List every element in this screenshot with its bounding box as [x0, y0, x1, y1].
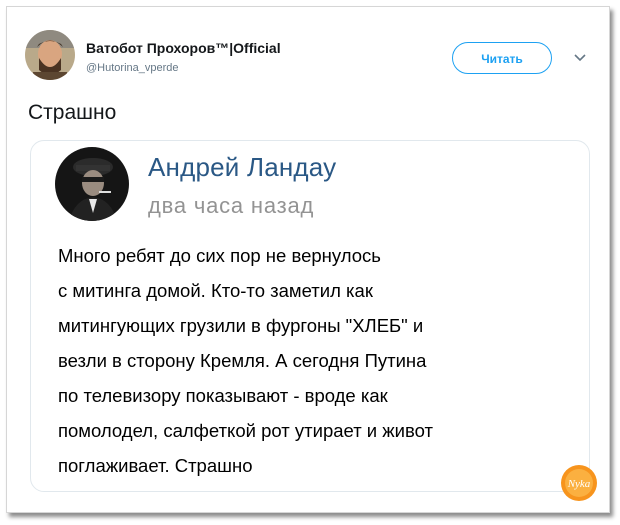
post-timestamp: два часа назад	[148, 193, 315, 218]
post-line: митингующих грузили в фургоны "ХЛЕБ" и	[58, 315, 424, 336]
svg-text:Nyka: Nyka	[567, 478, 591, 490]
author-name[interactable]: Ватобот Прохоров™|Official	[86, 40, 281, 56]
author-handle[interactable]: @Hutorina_vperde	[86, 62, 179, 74]
watermark-logo: Nyka	[561, 465, 597, 501]
tweet-text: Страшно	[28, 101, 117, 124]
follow-button[interactable]: Читать	[452, 42, 552, 74]
post-line: Много ребят до сих пор не вернулось	[58, 245, 381, 266]
post-author-avatar	[55, 147, 129, 221]
author-avatar[interactable]	[25, 30, 75, 80]
chevron-down-icon[interactable]	[572, 50, 588, 66]
post-line: с митинга домой. Кто-то заметил как	[58, 280, 373, 301]
post-body: Много ребят до сих пор не вернулось с ми…	[58, 238, 538, 483]
post-line: везли в сторону Кремля. А сегодня Путина	[58, 350, 427, 371]
post-line: помолодел, салфеткой рот утирает и живот	[58, 420, 433, 441]
post-author-name: Андрей Ландау	[148, 152, 337, 182]
post-line: поглаживает. Страшно	[58, 455, 253, 476]
post-line: по телевизору показывают - вроде как	[58, 385, 388, 406]
